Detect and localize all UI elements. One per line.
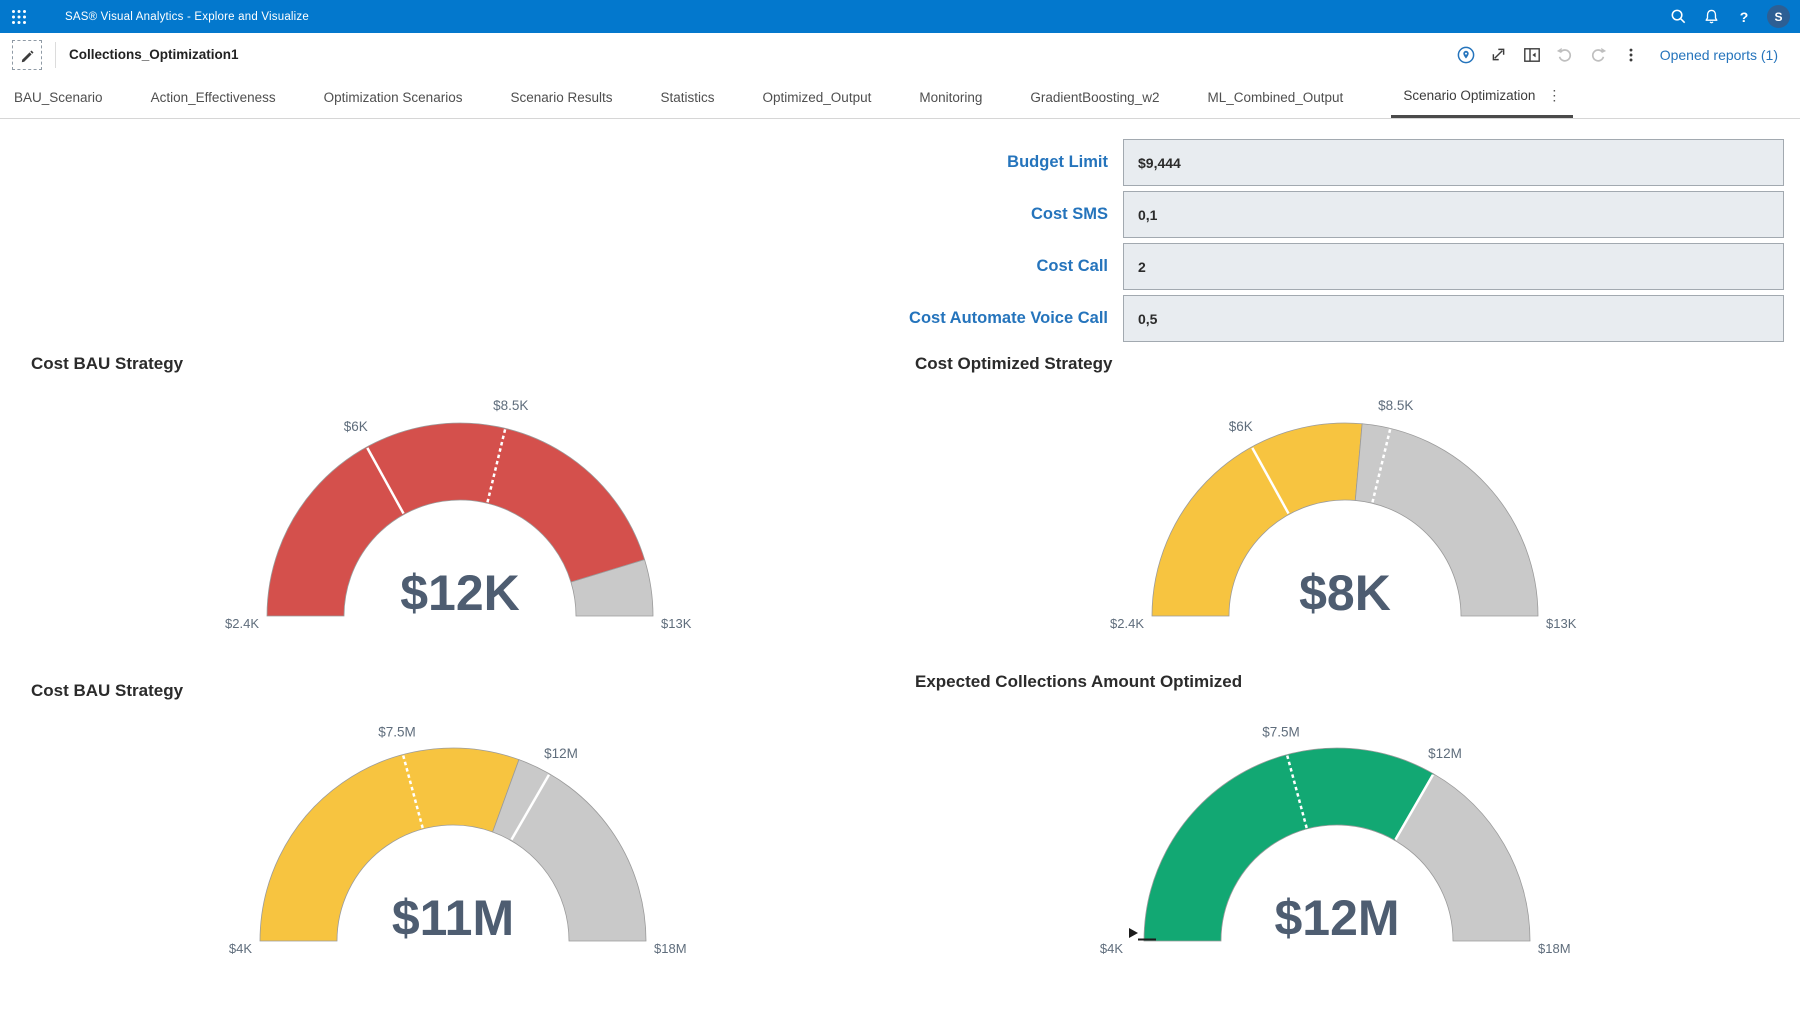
gauge-min-label: $4K — [1100, 941, 1123, 956]
page-tab-strip: BAU_Scenario Action_Effectiveness Optimiza… — [0, 76, 1800, 119]
param-field-cost-call[interactable]: 2 — [1123, 243, 1784, 290]
tab-statistics[interactable]: Statistics — [661, 76, 715, 118]
gauge-min-marker-icon — [1129, 928, 1138, 938]
tab-label: Scenario Results — [510, 90, 612, 105]
gauge-max-label: $18M — [1538, 941, 1571, 956]
gauge-cost-bau-strategy-0: $6K $8.5K $2.4K $13K $12K — [80, 330, 840, 660]
gauge-tick-label: $7.5M — [378, 724, 416, 739]
param-label-cost-call: Cost Call — [0, 243, 1108, 290]
tab-label: Scenario Optimization — [1403, 88, 1535, 103]
tab-scenario-optimization[interactable]: Scenario Optimization ⋮ — [1391, 76, 1573, 118]
gauge-tick-label: $12M — [1428, 746, 1462, 761]
gauge-value: $11M — [392, 890, 514, 946]
undo-icon[interactable] — [1555, 45, 1575, 65]
gauge-cost-optimized-strategy-1: $6K $8.5K $2.4K $13K $8K — [965, 330, 1725, 660]
tab-label: Optimized_Output — [763, 90, 872, 105]
notifications-icon[interactable] — [1701, 7, 1721, 27]
param-value: 2 — [1138, 259, 1146, 275]
gauge-min-label: $4K — [229, 941, 252, 956]
gauge-expected-collections-amount-optimized-3: $7.5M $12M $4K $18M $12M — [957, 655, 1717, 985]
app-window: SAS® Visual Analytics - Explore and Visu… — [0, 0, 1800, 1012]
app-bar: SAS® Visual Analytics - Explore and Visu… — [0, 0, 1800, 33]
tab-gradientboosting-w2[interactable]: GradientBoosting_w2 — [1030, 76, 1159, 118]
toolbar-separator — [55, 42, 56, 68]
tab-label: Monitoring — [919, 90, 982, 105]
param-field-cost-sms[interactable]: 0,1 — [1123, 191, 1784, 238]
more-options-icon[interactable] — [1621, 45, 1641, 65]
report-view-icon[interactable] — [1456, 45, 1476, 65]
gauge-max-label: $18M — [654, 941, 687, 956]
tab-label: Action_Effectiveness — [151, 90, 276, 105]
gauge-tick-label: $8.5K — [1378, 398, 1413, 413]
tab-label: ML_Combined_Output — [1207, 90, 1343, 105]
param-value: 0,5 — [1138, 311, 1157, 327]
gauge-tick-label: $6K — [344, 419, 368, 434]
tab-action-effectiveness[interactable]: Action_Effectiveness — [151, 76, 276, 118]
param-field-budget-limit[interactable]: $9,444 — [1123, 139, 1784, 186]
tab-bau-scenario[interactable]: BAU_Scenario — [14, 76, 103, 118]
tab-scenario-results[interactable]: Scenario Results — [510, 76, 612, 118]
tab-label: GradientBoosting_w2 — [1030, 90, 1159, 105]
tab-ml-combined-output[interactable]: ML_Combined_Output — [1207, 76, 1343, 118]
gauge-min-label: $2.4K — [1110, 616, 1144, 631]
gauge-tick-label: $12M — [544, 746, 578, 761]
tab-monitoring[interactable]: Monitoring — [919, 76, 982, 118]
tab-menu-icon[interactable]: ⋮ — [1547, 87, 1561, 104]
app-title: SAS® Visual Analytics - Explore and Visu… — [65, 11, 309, 23]
gauge-max-label: $13K — [661, 616, 692, 631]
gauge-tick-label: $7.5M — [1262, 724, 1300, 739]
param-label-budget-limit: Budget Limit — [0, 139, 1108, 186]
report-title: Collections_Optimization1 — [69, 47, 239, 62]
opened-reports-link[interactable]: Opened reports (1) — [1660, 47, 1778, 63]
help-icon[interactable]: ? — [1734, 9, 1754, 25]
param-value: $9,444 — [1138, 155, 1181, 171]
search-icon[interactable] — [1668, 7, 1688, 27]
panel-toggle-icon[interactable] — [1522, 45, 1542, 65]
toolbar-actions: Opened reports (1) — [1456, 33, 1778, 76]
gauge-tick-label: $6K — [1229, 419, 1253, 434]
gauge-value: $12K — [400, 565, 520, 621]
pencil-icon — [19, 47, 35, 63]
tab-label: Optimization Scenarios — [324, 90, 463, 105]
app-launcher-icon[interactable] — [9, 7, 29, 27]
tab-optimized-output[interactable]: Optimized_Output — [763, 76, 872, 118]
grid-icon — [11, 9, 27, 25]
gauge-cost-bau-strategy-2: $7.5M $12M $4K $18M $11M — [73, 655, 833, 985]
tab-optimization-scenarios[interactable]: Optimization Scenarios — [324, 76, 463, 118]
param-label-cost-sms: Cost SMS — [0, 191, 1108, 238]
gauge-min-label: $2.4K — [225, 616, 259, 631]
gauge-tick-label: $8.5K — [493, 398, 528, 413]
redo-icon[interactable] — [1588, 45, 1608, 65]
edit-button[interactable] — [12, 40, 42, 70]
param-value: 0,1 — [1138, 207, 1157, 223]
gauge-value: $12M — [1274, 890, 1399, 946]
user-avatar[interactable]: S — [1767, 5, 1790, 28]
tab-label: BAU_Scenario — [14, 90, 103, 105]
tab-label: Statistics — [661, 90, 715, 105]
gauge-max-label: $13K — [1546, 616, 1577, 631]
maximize-icon[interactable] — [1489, 45, 1509, 65]
report-toolbar: Collections_Optimization1 — [0, 33, 1800, 77]
gauge-value: $8K — [1299, 565, 1391, 621]
app-bar-actions: ? S — [1668, 0, 1790, 33]
